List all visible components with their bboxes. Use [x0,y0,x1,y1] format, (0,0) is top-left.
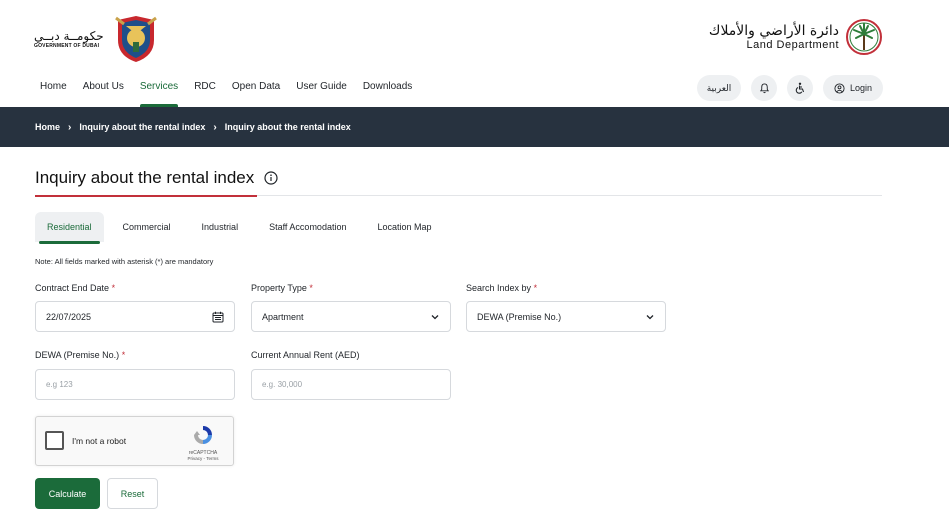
chevron-down-icon [646,314,654,319]
reset-button[interactable]: Reset [107,478,158,509]
accessibility-button[interactable] [787,75,813,101]
recaptcha-widget: I'm not a robot reCAPTCHA Privacy - Term… [35,416,234,466]
top-header: حكومــة دبــي GOVERNMENT OF DUBAI دائرة … [0,0,949,107]
language-toggle-button[interactable]: العربية [697,75,741,101]
dld-logo-text: دائرة الأراضي والأملاك Land Department [709,23,839,51]
nav-open-data[interactable]: Open Data [232,80,280,107]
search-index-by-value: DEWA (Premise No.) [477,311,562,322]
dewa-placeholder: e.g 123 [46,380,73,389]
dubai-emblem-icon [114,16,157,62]
dld-logo-arabic: دائرة الأراضي والأملاك [708,23,839,39]
government-of-dubai-logo[interactable]: حكومــة دبــي GOVERNMENT OF DUBAI [34,14,160,64]
calendar-icon[interactable] [212,311,224,323]
tab-industrial[interactable]: Industrial [190,212,251,242]
breadcrumb-home[interactable]: Home [35,122,60,132]
bell-icon [759,82,769,93]
contract-end-date-label: Contract End Date * [35,283,115,293]
login-button[interactable]: Login [823,75,883,101]
utility-bar: العربية Login [697,75,883,101]
property-type-select[interactable]: Apartment [251,301,451,332]
nav-rdc[interactable]: RDC [194,80,216,107]
contract-end-date-value: 22/07/2025 [46,311,92,322]
search-index-by-label-text: Search Index by [466,283,532,293]
palm-tree-icon [846,19,882,55]
annual-rent-label-text: Current Annual Rent (AED) [251,350,360,360]
accessibility-icon [795,82,805,94]
notifications-button[interactable] [751,75,777,101]
recaptcha-privacy-terms[interactable]: Privacy - Terms [181,456,225,461]
recaptcha-checkbox[interactable] [45,431,64,450]
nav-home[interactable]: Home [40,80,67,107]
required-marker: * [533,283,538,293]
login-label: Login [849,83,873,93]
recaptcha-logo-icon [194,426,212,444]
contract-end-date-label-text: Contract End Date [35,283,110,293]
search-index-by-label: Search Index by * [466,283,537,293]
calculate-button[interactable]: Calculate [35,478,100,509]
annual-rent-placeholder: e.g. 30,000 [262,380,303,389]
chevron-right-icon: › [68,121,72,133]
dld-logo-english: Land Department [746,39,839,51]
title-divider [35,195,882,197]
main-navigation: Home About Us Services RDC Open Data Use… [40,80,428,107]
dewa-label-text: DEWA (Premise No.) [35,350,120,360]
breadcrumb-item[interactable]: Inquiry about the rental index [79,122,205,132]
annual-rent-input[interactable]: e.g. 30,000 [251,369,451,400]
property-type-label: Property Type * [251,283,313,293]
mandatory-note: Note: All fields marked with asterisk (*… [35,257,214,266]
gov-logo-text: حكومــة دبــي GOVERNMENT OF DUBAI [34,29,104,49]
contract-end-date-field[interactable]: 22/07/2025 [35,301,235,332]
required-marker: * [121,350,126,360]
tab-residential[interactable]: Residential [35,212,104,244]
required-marker: * [309,283,313,293]
tab-commercial[interactable]: Commercial [111,212,183,242]
dewa-label: DEWA (Premise No.) * [35,350,125,360]
recaptcha-branding: reCAPTCHA Privacy - Terms [181,424,225,461]
gov-logo-arabic: حكومــة دبــي [34,29,104,43]
breadcrumb-current: Inquiry about the rental index [224,122,351,132]
nav-downloads[interactable]: Downloads [363,80,412,107]
chevron-down-icon [431,314,439,319]
nav-services[interactable]: Services [139,80,179,107]
breadcrumb: Home › Inquiry about the rental index › … [0,107,949,147]
tab-location-map[interactable]: Location Map [365,212,443,242]
recaptcha-label: I'm not a robot [72,436,127,446]
info-icon[interactable] [264,171,278,185]
search-index-by-select[interactable]: DEWA (Premise No.) [466,301,666,332]
chevron-right-icon: › [213,121,217,133]
page-title-text: Inquiry about the rental index [35,168,255,187]
property-type-label-text: Property Type [251,283,307,293]
nav-about-us[interactable]: About Us [83,80,124,107]
property-type-value: Apartment [262,311,304,322]
gov-logo-english: GOVERNMENT OF DUBAI [34,43,100,49]
page-title: Inquiry about the rental index [35,168,278,188]
annual-rent-label: Current Annual Rent (AED) [251,350,360,360]
tab-staff-accomodation[interactable]: Staff Accomodation [257,212,358,242]
property-tabs: Residential Commercial Industrial Staff … [35,212,451,244]
dewa-premise-input[interactable]: e.g 123 [35,369,235,400]
required-marker: * [111,283,116,293]
land-department-logo[interactable]: دائرة الأراضي والأملاك Land Department [709,18,883,56]
user-circle-icon [834,82,845,94]
nav-user-guide[interactable]: User Guide [296,80,347,107]
